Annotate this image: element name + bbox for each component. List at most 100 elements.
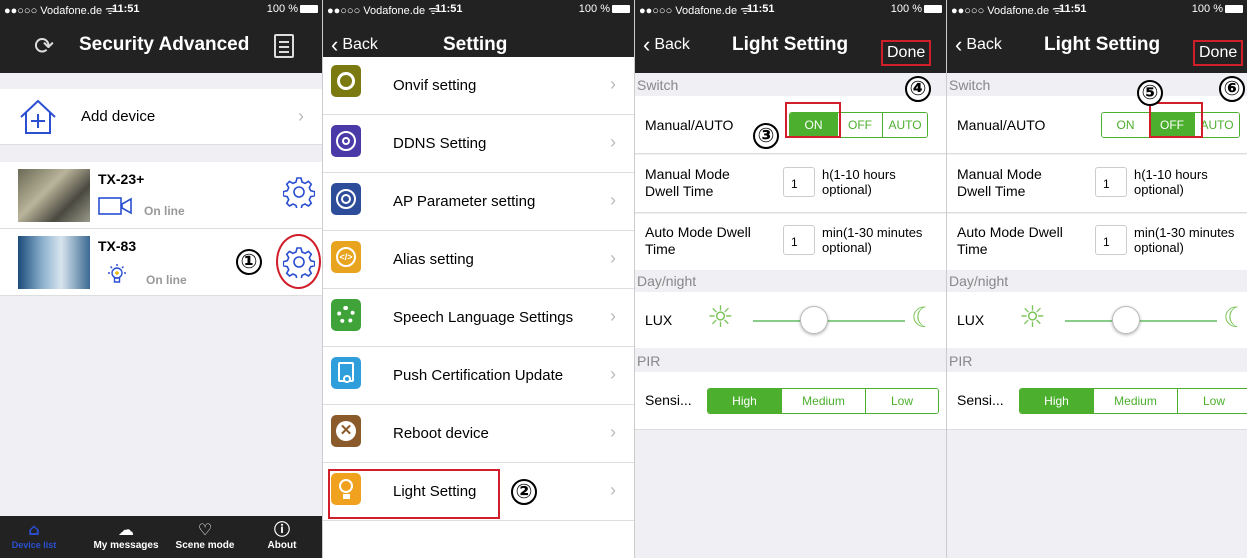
settings-item-ap-parameter[interactable]: AP Parameter setting › [323,173,634,231]
chevron-left-icon: ‹ [643,32,651,57]
manual-dwell-input[interactable]: 1 [1095,167,1127,197]
page-title: Security Advanced [79,34,250,55]
auto-dwell-input[interactable]: 1 [1095,225,1127,255]
manual-auto-label: Manual/AUTO [645,117,734,133]
add-device-row[interactable]: Add device › [0,89,322,145]
switch-section-header: Switch [637,77,679,93]
lightbulb-icon [108,264,126,283]
auto-dwell-row: Auto Mode Dwell Time 1 min(1-30 minutes … [947,214,1247,270]
lux-slider-thumb[interactable] [1111,306,1140,334]
certificate-icon [331,357,361,389]
lux-label: LUX [957,312,985,328]
back-button[interactable]: ‹ Back [643,32,690,57]
battery-icon [612,5,630,14]
carrier-label: ●●○○○ Vodafone.de ᯤ [951,5,1063,17]
settings-item-push-certification[interactable]: Push Certification Update › [323,347,634,405]
device-status: On line [144,204,185,218]
lux-row: LUX ☼ ☾ [947,292,1247,348]
segment-low[interactable]: Low [866,389,938,413]
settings-item-reboot[interactable]: ✕ Reboot device › [323,405,634,463]
tab-my-messages[interactable]: ☁ My messages [90,520,162,551]
settings-item-label: DDNS Setting [393,135,487,152]
battery-icon [1225,5,1243,14]
settings-item-alias[interactable]: </> Alias setting › [323,231,634,289]
manual-dwell-unit: h(1-10 hours optional) [822,167,896,197]
device-row[interactable]: TX-83 On line ① [0,229,322,296]
segment-high[interactable]: High [708,389,782,413]
segment-high[interactable]: High [1020,389,1094,413]
chevron-right-icon: › [298,106,304,126]
back-label: Back [342,36,378,53]
daynight-section-header: Day/night [949,273,1009,289]
auto-dwell-unit: min(1-30 minutes optional) [1134,225,1235,255]
lux-slider-track[interactable] [1065,320,1217,322]
step-marker-4: ④ [905,76,931,102]
add-device-label: Add device [81,108,156,125]
lux-slider-track[interactable] [753,320,905,322]
status-time: 11:51 [435,3,463,15]
segment-off[interactable]: OFF [838,113,883,137]
settings-item-speech-language[interactable]: Speech Language Settings › [323,289,634,347]
chevron-right-icon: › [610,422,616,442]
daynight-section-header: Day/night [637,273,697,289]
auto-dwell-unit: min(1-30 minutes optional) [822,225,923,255]
refresh-icon[interactable]: ⟳ [34,32,54,60]
gear-icon[interactable] [283,246,315,278]
manual-dwell-row: Manual Mode Dwell Time 1 h(1-10 hours op… [947,155,1247,213]
lightbulb-icon [331,473,361,505]
tab-label: My messages [93,540,159,551]
manual-dwell-input[interactable]: 1 [783,167,815,197]
back-button[interactable]: ‹ Back [331,32,378,57]
battery-indicator: 100 % [1192,3,1243,15]
segment-medium[interactable]: Medium [1094,389,1178,413]
segment-low[interactable]: Low [1178,389,1247,413]
device-name: TX-83 [98,238,137,254]
auto-dwell-input[interactable]: 1 [783,225,815,255]
add-home-icon [20,99,56,134]
segment-medium[interactable]: Medium [782,389,866,413]
list-icon[interactable] [274,34,294,58]
back-label: Back [654,36,690,53]
switch-section-header: Switch [949,77,991,93]
done-button[interactable]: Done [881,40,932,66]
back-button[interactable]: ‹ Back [955,32,1002,57]
segment-on[interactable]: ON [1102,113,1150,137]
gear-icon[interactable] [283,176,315,208]
settings-item-light[interactable]: Light Setting ② › [323,463,634,521]
carrier-label: ●●○○○ Vodafone.de ᯤ [639,5,751,17]
battery-indicator: 100 % [267,3,318,15]
sensitivity-segmented[interactable]: High Medium Low [707,388,939,414]
ap-parameter-icon [331,183,361,215]
tab-device-list[interactable]: ⌂ Device list [2,520,66,550]
tab-about[interactable]: ⓘ About [254,520,310,551]
settings-item-ddns[interactable]: DDNS Setting › [323,115,634,173]
sensitivity-segmented[interactable]: High Medium Low [1019,388,1247,414]
lux-slider-thumb[interactable] [799,306,828,334]
ddns-icon [331,125,361,157]
back-label: Back [966,36,1002,53]
chevron-left-icon: ‹ [955,32,963,57]
carrier-label: ●●○○○ Vodafone.de ᯤ [327,5,439,17]
chevron-left-icon: ‹ [331,32,339,57]
settings-gear-icon [331,299,361,331]
highlight-box [1149,102,1203,138]
cloud-icon: ☁ [118,520,134,539]
status-bar: ●●○○○ Vodafone.de ᯤ 11:51 100 % [947,0,1247,18]
chevron-right-icon: › [610,74,616,94]
camera-icon [98,197,132,215]
segment-auto[interactable]: AUTO [883,113,927,137]
settings-item-label: Onvif setting [393,77,477,94]
nav-bar: ‹ Back Light Setting Done [635,18,946,73]
tab-scene-mode[interactable]: ♡ Scene mode [170,520,240,551]
page-title: Light Setting [732,34,849,55]
battery-icon [300,5,318,14]
status-time: 11:51 [1059,3,1087,15]
battery-icon [924,5,942,14]
device-row[interactable]: TX-23+ On line [0,162,322,229]
done-button[interactable]: Done [1193,40,1244,66]
settings-item-onvif[interactable]: Onvif setting › [323,57,634,115]
chevron-right-icon: › [610,480,616,500]
tab-label: Scene mode [175,540,235,551]
chevron-right-icon: › [610,248,616,268]
battery-label: 100 % [1191,3,1223,15]
